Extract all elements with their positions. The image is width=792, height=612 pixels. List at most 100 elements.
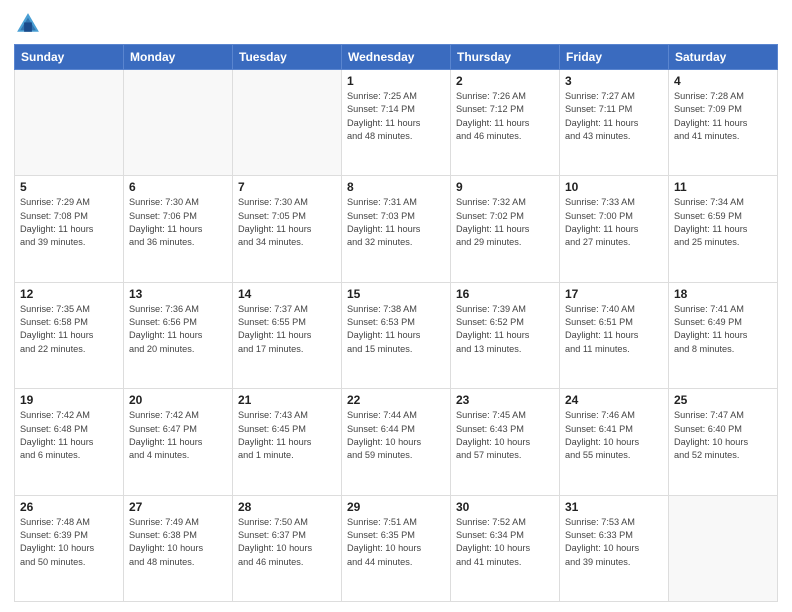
- day-cell: 19 Sunrise: 7:42 AMSunset: 6:48 PMDayligh…: [15, 389, 124, 495]
- day-cell: 16Sunrise: 7:39 AMSunset: 6:52 PMDayligh…: [451, 282, 560, 388]
- day-cell: 10 Sunrise: 7:33 AMSunset: 7:00 PMDayligh…: [560, 176, 669, 282]
- day-number: 25: [674, 393, 772, 407]
- day-info: Sunrise: 7:51 AMSunset: 6:35 PMDaylight:…: [347, 516, 445, 569]
- calendar-table: SundayMondayTuesdayWednesdayThursdayFrid…: [14, 44, 778, 602]
- day-cell: 22Sunrise: 7:44 AMSunset: 6:44 PMDayligh…: [342, 389, 451, 495]
- weekday-header-monday: Monday: [124, 45, 233, 70]
- day-info: Sunrise: 7:28 AMSunset: 7:09 PMDaylight:…: [674, 90, 772, 143]
- weekday-header-tuesday: Tuesday: [233, 45, 342, 70]
- day-info: Sunrise: 7:39 AMSunset: 6:52 PMDaylight:…: [456, 303, 554, 356]
- day-number: 24: [565, 393, 663, 407]
- day-info: Sunrise: 7:37 AMSunset: 6:55 PMDaylight:…: [238, 303, 336, 356]
- day-info: Sunrise: 7:32 AMSunset: 7:02 PMDaylight:…: [456, 196, 554, 249]
- day-number: 27: [129, 500, 227, 514]
- day-number: 12: [20, 287, 118, 301]
- day-cell: 25 Sunrise: 7:47 AMSunset: 6:40 PMDayligh…: [669, 389, 778, 495]
- day-info: Sunrise: 7:53 AMSunset: 6:33 PMDaylight:…: [565, 516, 663, 569]
- week-row-2: 12Sunrise: 7:35 AMSunset: 6:58 PMDayligh…: [15, 282, 778, 388]
- day-cell: 27 Sunrise: 7:49 AMSunset: 6:38 PMDayligh…: [124, 495, 233, 601]
- day-number: 10: [565, 180, 663, 194]
- day-info: Sunrise: 7:38 AMSunset: 6:53 PMDaylight:…: [347, 303, 445, 356]
- week-row-0: 1Sunrise: 7:25 AMSunset: 7:14 PMDaylight…: [15, 70, 778, 176]
- day-number: 6: [129, 180, 227, 194]
- day-info: Sunrise: 7:31 AMSunset: 7:03 PMDaylight:…: [347, 196, 445, 249]
- day-number: 13: [129, 287, 227, 301]
- day-cell: 29Sunrise: 7:51 AMSunset: 6:35 PMDayligh…: [342, 495, 451, 601]
- header: [14, 10, 778, 38]
- day-number: 18: [674, 287, 772, 301]
- day-cell: [15, 70, 124, 176]
- day-info: Sunrise: 7:33 AMSunset: 7:00 PMDaylight:…: [565, 196, 663, 249]
- day-info: Sunrise: 7:30 AMSunset: 7:05 PMDaylight:…: [238, 196, 336, 249]
- week-row-4: 26 Sunrise: 7:48 AMSunset: 6:39 PMDayligh…: [15, 495, 778, 601]
- day-info: Sunrise: 7:48 AMSunset: 6:39 PMDaylight:…: [20, 516, 118, 569]
- day-number: 31: [565, 500, 663, 514]
- day-cell: 31 Sunrise: 7:53 AMSunset: 6:33 PMDayligh…: [560, 495, 669, 601]
- day-info: Sunrise: 7:47 AMSunset: 6:40 PMDaylight:…: [674, 409, 772, 462]
- day-cell: 28 Sunrise: 7:50 AMSunset: 6:37 PMDayligh…: [233, 495, 342, 601]
- day-number: 3: [565, 74, 663, 88]
- day-number: 4: [674, 74, 772, 88]
- day-info: Sunrise: 7:29 AMSunset: 7:08 PMDaylight:…: [20, 196, 118, 249]
- day-number: 7: [238, 180, 336, 194]
- weekday-header-row: SundayMondayTuesdayWednesdayThursdayFrid…: [15, 45, 778, 70]
- day-cell: 13 Sunrise: 7:36 AMSunset: 6:56 PMDayligh…: [124, 282, 233, 388]
- day-number: 2: [456, 74, 554, 88]
- day-number: 14: [238, 287, 336, 301]
- day-cell: 17Sunrise: 7:40 AMSunset: 6:51 PMDayligh…: [560, 282, 669, 388]
- day-info: Sunrise: 7:49 AMSunset: 6:38 PMDaylight:…: [129, 516, 227, 569]
- day-info: Sunrise: 7:46 AMSunset: 6:41 PMDaylight:…: [565, 409, 663, 462]
- day-info: Sunrise: 7:50 AMSunset: 6:37 PMDaylight:…: [238, 516, 336, 569]
- day-info: Sunrise: 7:42 AMSunset: 6:48 PMDaylight:…: [20, 409, 118, 462]
- day-info: Sunrise: 7:26 AMSunset: 7:12 PMDaylight:…: [456, 90, 554, 143]
- day-info: Sunrise: 7:42 AMSunset: 6:47 PMDaylight:…: [129, 409, 227, 462]
- weekday-header-wednesday: Wednesday: [342, 45, 451, 70]
- day-cell: 15 Sunrise: 7:38 AMSunset: 6:53 PMDayligh…: [342, 282, 451, 388]
- day-number: 15: [347, 287, 445, 301]
- day-info: Sunrise: 7:43 AMSunset: 6:45 PMDaylight:…: [238, 409, 336, 462]
- logo: [14, 10, 46, 38]
- day-cell: 14 Sunrise: 7:37 AMSunset: 6:55 PMDayligh…: [233, 282, 342, 388]
- day-info: Sunrise: 7:52 AMSunset: 6:34 PMDaylight:…: [456, 516, 554, 569]
- day-number: 17: [565, 287, 663, 301]
- day-cell: 2 Sunrise: 7:26 AMSunset: 7:12 PMDaylight…: [451, 70, 560, 176]
- day-info: Sunrise: 7:30 AMSunset: 7:06 PMDaylight:…: [129, 196, 227, 249]
- day-cell: 24 Sunrise: 7:46 AMSunset: 6:41 PMDayligh…: [560, 389, 669, 495]
- day-number: 28: [238, 500, 336, 514]
- day-cell: [669, 495, 778, 601]
- weekday-header-thursday: Thursday: [451, 45, 560, 70]
- day-cell: 21 Sunrise: 7:43 AMSunset: 6:45 PMDayligh…: [233, 389, 342, 495]
- day-info: Sunrise: 7:45 AMSunset: 6:43 PMDaylight:…: [456, 409, 554, 462]
- day-info: Sunrise: 7:34 AMSunset: 6:59 PMDaylight:…: [674, 196, 772, 249]
- day-cell: 26 Sunrise: 7:48 AMSunset: 6:39 PMDayligh…: [15, 495, 124, 601]
- day-number: 9: [456, 180, 554, 194]
- day-number: 1: [347, 74, 445, 88]
- page: SundayMondayTuesdayWednesdayThursdayFrid…: [0, 0, 792, 612]
- day-cell: 9 Sunrise: 7:32 AMSunset: 7:02 PMDaylight…: [451, 176, 560, 282]
- day-cell: 4 Sunrise: 7:28 AMSunset: 7:09 PMDaylight…: [669, 70, 778, 176]
- day-info: Sunrise: 7:27 AMSunset: 7:11 PMDaylight:…: [565, 90, 663, 143]
- day-number: 21: [238, 393, 336, 407]
- day-number: 5: [20, 180, 118, 194]
- day-cell: [233, 70, 342, 176]
- week-row-1: 5 Sunrise: 7:29 AMSunset: 7:08 PMDaylight…: [15, 176, 778, 282]
- weekday-header-friday: Friday: [560, 45, 669, 70]
- day-cell: 3 Sunrise: 7:27 AMSunset: 7:11 PMDaylight…: [560, 70, 669, 176]
- day-cell: 23Sunrise: 7:45 AMSunset: 6:43 PMDayligh…: [451, 389, 560, 495]
- day-number: 26: [20, 500, 118, 514]
- weekday-header-sunday: Sunday: [15, 45, 124, 70]
- day-cell: 6 Sunrise: 7:30 AMSunset: 7:06 PMDaylight…: [124, 176, 233, 282]
- week-row-3: 19 Sunrise: 7:42 AMSunset: 6:48 PMDayligh…: [15, 389, 778, 495]
- day-number: 8: [347, 180, 445, 194]
- day-number: 20: [129, 393, 227, 407]
- day-number: 19: [20, 393, 118, 407]
- day-info: Sunrise: 7:44 AMSunset: 6:44 PMDaylight:…: [347, 409, 445, 462]
- weekday-header-saturday: Saturday: [669, 45, 778, 70]
- day-cell: 5 Sunrise: 7:29 AMSunset: 7:08 PMDaylight…: [15, 176, 124, 282]
- day-number: 11: [674, 180, 772, 194]
- logo-icon: [14, 10, 42, 38]
- day-cell: 20 Sunrise: 7:42 AMSunset: 6:47 PMDayligh…: [124, 389, 233, 495]
- day-cell: 7 Sunrise: 7:30 AMSunset: 7:05 PMDaylight…: [233, 176, 342, 282]
- day-info: Sunrise: 7:36 AMSunset: 6:56 PMDaylight:…: [129, 303, 227, 356]
- day-cell: 8 Sunrise: 7:31 AMSunset: 7:03 PMDaylight…: [342, 176, 451, 282]
